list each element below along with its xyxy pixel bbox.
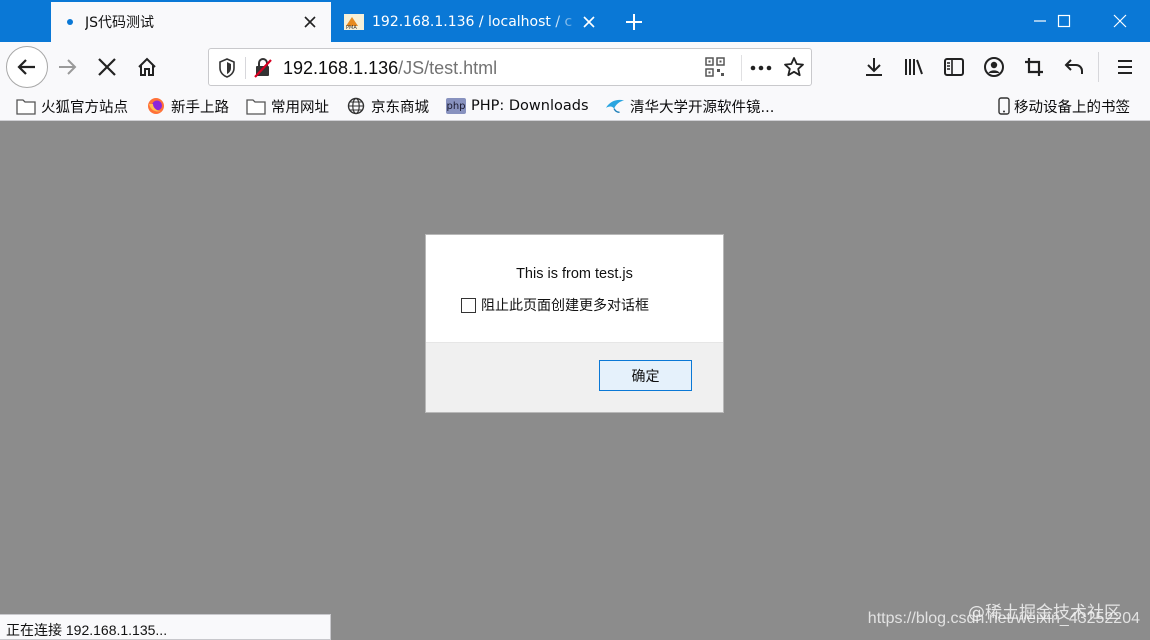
url-host: 192.168.1.136 <box>283 58 399 78</box>
bird-icon <box>605 97 625 115</box>
tab-js-test[interactable]: JS代码测试 <box>51 2 331 42</box>
maximize-button[interactable] <box>1041 0 1087 42</box>
sidebar-icon <box>944 58 964 76</box>
mobile-bookmarks[interactable]: 移动设备上的书签 <box>997 95 1130 117</box>
tab-label: 192.168.1.136 / localhost / c <box>372 14 573 30</box>
menu-button[interactable] <box>1108 50 1142 84</box>
download-icon <box>866 58 882 76</box>
home-button[interactable] <box>130 50 164 84</box>
undo-icon <box>1064 59 1083 74</box>
url-separator <box>245 57 246 79</box>
navigation-toolbar: 192.168.1.136/JS/test.html <box>0 42 1150 92</box>
stop-icon <box>98 58 116 76</box>
library-icon <box>905 59 923 75</box>
bookmark-label: 新手上路 <box>171 99 229 116</box>
hamburger-menu-icon <box>1118 60 1132 74</box>
bookmark-label: 清华大学开源软件镜... <box>630 99 775 116</box>
page-actions-icon[interactable] <box>749 58 773 82</box>
dialog-footer: 确定 <box>426 342 723 412</box>
suppress-dialogs-label[interactable]: 阻止此页面创建更多对话框 <box>481 295 649 315</box>
new-tab-button[interactable] <box>620 8 648 36</box>
undo-button[interactable] <box>1057 50 1091 84</box>
library-button[interactable] <box>897 50 931 84</box>
qr-code-icon[interactable] <box>705 57 725 81</box>
tab-strip: JS代码测试 PMA 192.168.1.136 / localhost / c <box>0 0 1150 42</box>
tab-phpmyadmin[interactable]: PMA 192.168.1.136 / localhost / c <box>334 2 610 42</box>
svg-text:PMA: PMA <box>346 25 357 30</box>
mobile-icon <box>997 97 1011 115</box>
account-button[interactable] <box>977 50 1011 84</box>
forward-arrow-icon <box>59 59 77 75</box>
suppress-dialogs-checkbox[interactable] <box>461 297 476 313</box>
alert-dialog: This is from test.js 阻止此页面创建更多对话框 确定 <box>425 234 724 413</box>
tab-close-icon[interactable] <box>580 13 598 31</box>
bookmarks-toolbar: 火狐官方站点 新手上路 常用网址 京东商城 php PHP: Downloads… <box>0 92 1150 121</box>
bookmark-label: 火狐官方站点 <box>41 99 128 116</box>
bookmark-common-sites[interactable]: 常用网址 <box>246 95 329 117</box>
toolbar-separator <box>1098 52 1099 82</box>
globe-icon <box>346 97 366 115</box>
bookmark-jd[interactable]: 京东商城 <box>346 95 429 117</box>
ok-button[interactable]: 确定 <box>599 360 692 391</box>
php-icon-text: php <box>446 100 466 112</box>
bookmark-getting-started[interactable]: 新手上路 <box>146 95 229 117</box>
maximize-icon <box>1057 14 1071 28</box>
phpmyadmin-favicon: PMA <box>344 14 364 31</box>
url-bar[interactable]: 192.168.1.136/JS/test.html <box>208 48 812 86</box>
bookmark-label: PHP: Downloads <box>471 98 589 114</box>
loading-dot-icon <box>67 19 73 25</box>
suppress-dialogs-option[interactable]: 阻止此页面创建更多对话框 <box>461 295 649 315</box>
stop-button[interactable] <box>90 50 124 84</box>
url-path: /JS/test.html <box>398 58 498 78</box>
window-close-button[interactable] <box>1097 0 1143 42</box>
tab-label: JS代码测试 <box>85 15 155 31</box>
firefox-icon <box>146 97 166 115</box>
alert-message: This is from test.js <box>516 266 633 282</box>
tracking-shield-icon[interactable] <box>218 58 236 82</box>
sidebar-button[interactable] <box>937 50 971 84</box>
watermark-overlay: @稀土掘金技术社区 <box>968 603 1121 623</box>
tab-close-icon[interactable] <box>301 13 319 31</box>
php-icon: php <box>446 98 466 114</box>
bookmark-firefox-official[interactable]: 火狐官方站点 <box>16 95 128 117</box>
mobile-bookmarks-label: 移动设备上的书签 <box>1014 99 1130 116</box>
screenshot-button[interactable] <box>1017 50 1051 84</box>
url-separator <box>741 55 742 81</box>
home-icon <box>138 57 156 76</box>
downloads-button[interactable] <box>857 50 891 84</box>
account-icon <box>984 57 1004 77</box>
bookmark-star-icon[interactable] <box>783 56 805 82</box>
forward-button[interactable] <box>50 50 84 84</box>
bookmark-label: 常用网址 <box>271 99 329 116</box>
back-arrow-icon <box>17 59 35 75</box>
back-button[interactable] <box>6 46 48 88</box>
folder-icon <box>246 97 266 115</box>
url-text[interactable]: 192.168.1.136/JS/test.html <box>283 58 497 79</box>
folder-icon <box>16 97 36 115</box>
bookmark-label: 京东商城 <box>371 99 429 116</box>
bookmark-php-downloads[interactable]: php PHP: Downloads <box>446 95 589 117</box>
bookmark-tsinghua-mirror[interactable]: 清华大学开源软件镜... <box>605 95 774 117</box>
window-close-icon <box>1113 14 1127 28</box>
crop-icon <box>1025 58 1043 76</box>
insecure-lock-icon[interactable] <box>253 57 273 83</box>
status-panel: 正在连接 192.168.1.135... <box>0 614 331 640</box>
plus-icon <box>626 14 642 30</box>
